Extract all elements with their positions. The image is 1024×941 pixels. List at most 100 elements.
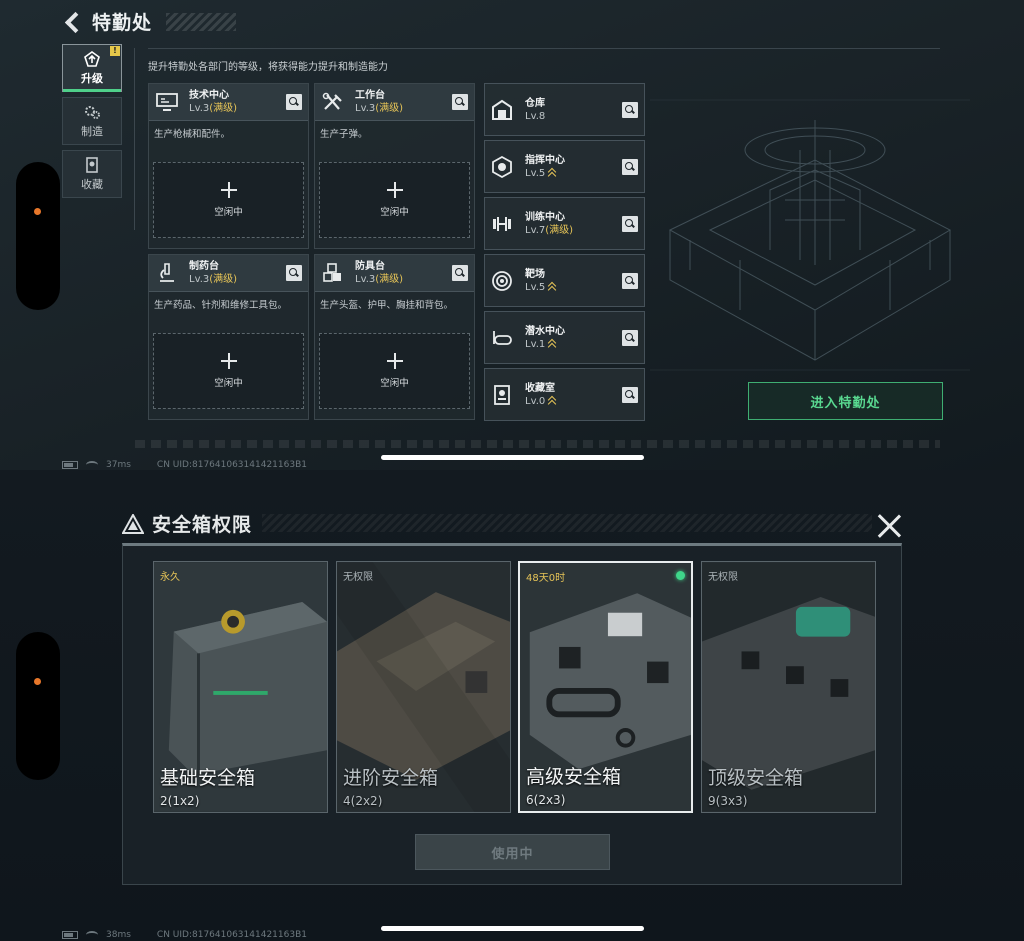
search-icon[interactable]	[452, 265, 468, 281]
dept-range[interactable]: 靶场 Lv.5	[484, 254, 645, 307]
modal-header: 安全箱权限	[122, 510, 252, 537]
max-level-tag: (满级)	[209, 103, 238, 114]
card-header: 技术中心 Lv.3(满级)	[149, 84, 308, 121]
idle-label: 空闲中	[380, 207, 409, 218]
side-nav: ! 升级 制造 收藏	[62, 44, 122, 203]
page-title: 特勤处	[92, 12, 153, 34]
diving-icon	[493, 330, 512, 345]
plus-icon	[386, 182, 403, 198]
dept-name: 指挥中心	[525, 154, 565, 166]
nav-collection[interactable]: 收藏	[62, 150, 122, 198]
headquarters-illustration	[650, 99, 970, 371]
modal-title: 安全箱权限	[152, 514, 253, 536]
special-ops-screen: 特勤处 ! 升级 制造 收藏 提升特勤处各部门的等级，将获得能力提升和制造能力 …	[0, 0, 1024, 470]
safe-capacity: 4(2x2)	[343, 794, 383, 808]
workstation-card-workbench[interactable]: 工作台 Lv.3(满级) 生产子弹。 空闲中	[314, 83, 475, 249]
nav-upgrade[interactable]: ! 升级	[62, 44, 122, 92]
idle-slot[interactable]: 空闲中	[153, 333, 304, 409]
status-bar: 37ms CN UID:817641063141421163B1	[62, 460, 307, 470]
card-name: 工作台	[355, 90, 385, 101]
dept-collection-room[interactable]: 收藏室 Lv.0	[484, 368, 645, 421]
search-icon[interactable]	[622, 159, 638, 175]
card-name: 技术中心	[189, 90, 229, 101]
max-level-tag: (满级)	[545, 224, 574, 236]
microscope-icon	[160, 263, 174, 282]
nav-craft-label: 制造	[81, 124, 103, 138]
search-icon[interactable]	[622, 387, 638, 403]
card-header: 工作台 Lv.3(满级)	[315, 84, 474, 121]
decorative-strip	[135, 440, 940, 448]
card-level: Lv.3	[355, 103, 376, 114]
plus-icon	[220, 182, 237, 198]
idle-slot[interactable]: 空闲中	[153, 162, 304, 238]
dept-diving[interactable]: 潜水中心 Lv.1	[484, 311, 645, 364]
dept-name: 潜水中心	[525, 325, 565, 337]
uid-label: CN UID:817641063141421163B1	[156, 930, 307, 940]
safe-duration: 48天0时	[526, 573, 566, 584]
search-icon[interactable]	[622, 273, 638, 289]
safe-card-advanced[interactable]: 无权限 进阶安全箱 4(2x2)	[336, 561, 511, 813]
safe-duration: 无权限	[708, 572, 738, 583]
dept-name: 仓库	[525, 97, 545, 109]
title-stripes	[166, 12, 237, 31]
page-header: 特勤处	[62, 8, 237, 35]
plus-icon	[220, 353, 237, 369]
card-name: 防具台	[355, 261, 385, 272]
search-icon[interactable]	[286, 265, 302, 281]
gears-icon	[85, 105, 100, 119]
search-icon[interactable]	[286, 94, 302, 110]
subtitle-divider	[148, 48, 940, 49]
home-indicator[interactable]	[381, 926, 644, 931]
plus-icon	[386, 353, 403, 369]
wifi-icon	[86, 931, 98, 939]
dept-warehouse[interactable]: 仓库 Lv.8	[484, 83, 645, 136]
close-button[interactable]	[876, 513, 902, 539]
upgrade-icon	[84, 50, 100, 67]
workstation-card-armor[interactable]: 防具台 Lv.3(满级) 生产头盔、护甲、胸挂和背包。 空闲中	[314, 254, 475, 420]
dept-level: Lv.8	[525, 110, 546, 122]
uid-label: CN UID:817641063141421163B1	[156, 460, 307, 470]
search-icon[interactable]	[622, 330, 638, 346]
workstation-card-pharmacy[interactable]: 制药台 Lv.3(满级) 生产药品、针剂和维修工具包。 空闲中	[148, 254, 309, 420]
idle-slot[interactable]: 空闲中	[319, 333, 470, 409]
nav-craft[interactable]: 制造	[62, 97, 122, 145]
in-use-button[interactable]: 使用中	[415, 834, 610, 870]
dept-name: 靶场	[525, 268, 545, 280]
workstation-card-tech[interactable]: 技术中心 Lv.3(满级) 生产枪械和配件。 空闲中	[148, 83, 309, 249]
dept-name: 收藏室	[525, 382, 555, 394]
max-level-tag: (满级)	[375, 103, 404, 114]
camera-cutout	[16, 162, 60, 310]
dept-training[interactable]: 训练中心 Lv.7(满级)	[484, 197, 645, 250]
enter-special-ops-button[interactable]: 进入特勤处	[748, 382, 943, 420]
ping-label: 38ms	[106, 930, 131, 940]
card-description: 生产枪械和配件。	[154, 129, 231, 140]
search-icon[interactable]	[622, 216, 638, 232]
wifi-icon	[86, 461, 98, 469]
card-name: 制药台	[189, 261, 219, 272]
dept-command[interactable]: 指挥中心 Lv.5	[484, 140, 645, 193]
camera-cutout	[16, 632, 60, 780]
home-indicator[interactable]	[381, 455, 644, 460]
idle-label: 空闲中	[380, 378, 409, 389]
safe-card-top[interactable]: 无权限 顶级安全箱 9(3x3)	[701, 561, 876, 813]
upgrade-arrow-icon	[548, 339, 557, 348]
search-icon[interactable]	[452, 94, 468, 110]
dept-level: Lv.1	[525, 338, 546, 350]
safe-capacity: 6(2x3)	[526, 793, 566, 807]
collection-icon	[86, 156, 98, 173]
safe-card-premium[interactable]: 48天0时 高级安全箱 6(2x3)	[518, 561, 693, 813]
dumbbell-icon	[493, 216, 511, 231]
card-header: 制药台 Lv.3(满级)	[149, 255, 308, 292]
card-description: 生产子弹。	[320, 129, 368, 140]
max-level-tag: (满级)	[375, 274, 404, 285]
dept-level: Lv.5	[525, 167, 546, 179]
safe-capacity: 2(1x2)	[160, 794, 200, 808]
title-stripes	[262, 514, 872, 532]
safe-card-basic[interactable]: 永久 基础安全箱 2(1x2)	[153, 561, 328, 813]
battery-icon	[62, 931, 78, 939]
card-level: Lv.3	[189, 103, 210, 114]
back-icon[interactable]	[62, 12, 82, 32]
idle-slot[interactable]: 空闲中	[319, 162, 470, 238]
computer-icon	[156, 93, 178, 111]
search-icon[interactable]	[622, 102, 638, 118]
